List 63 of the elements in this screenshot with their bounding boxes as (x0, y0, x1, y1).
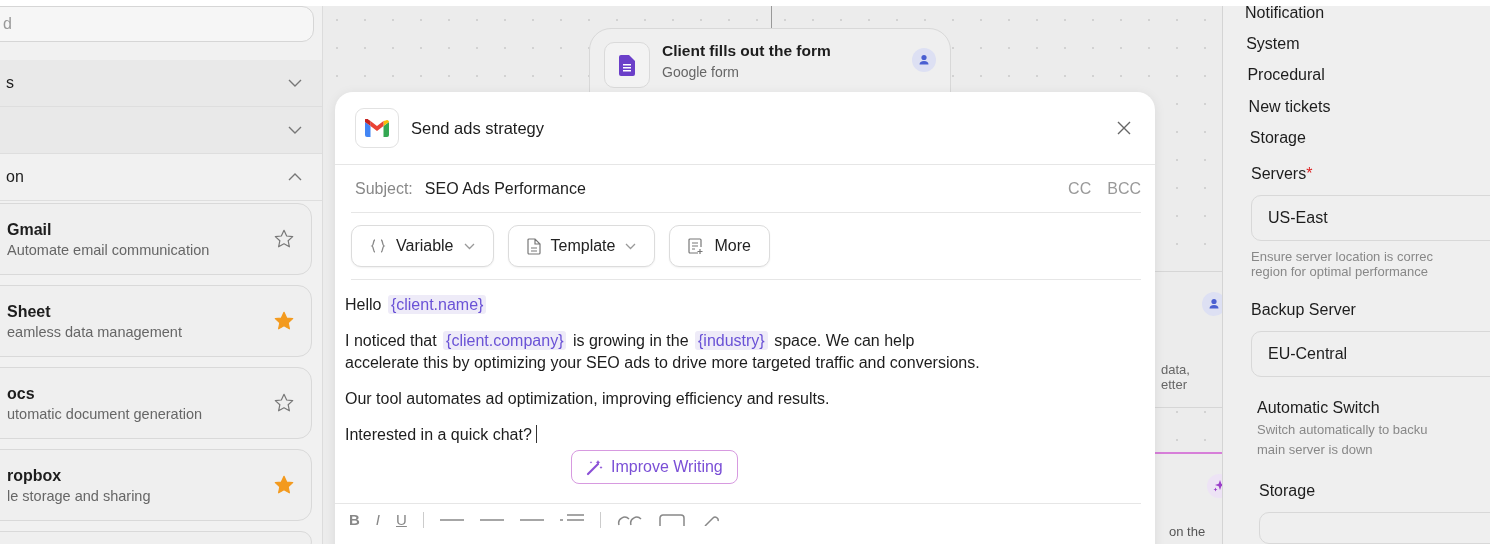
app-card[interactable]: Gmail Automate email communication (0, 203, 312, 275)
field-label: Backup Server (1251, 301, 1357, 319)
app-name: ocs (7, 384, 36, 403)
switch-label: Automatic Switch (1257, 399, 1381, 417)
section-title: s (6, 74, 14, 92)
variable-button[interactable]: Variable (351, 225, 494, 267)
email-paragraph[interactable]: Our tool automates ad optimization, improving efficiency and results. (345, 388, 1131, 410)
category-item[interactable]: Procedural (1245, 68, 1490, 100)
app-card[interactable]: ocs utomatic document generation (0, 367, 312, 439)
category-item[interactable]: New tickets (1245, 99, 1490, 131)
category-item[interactable]: System (1245, 37, 1490, 69)
subject-label: Subject: (355, 179, 413, 198)
format-button[interactable]: I (375, 512, 380, 528)
format-button[interactable]: U (396, 512, 407, 528)
node-description: data, etter (1161, 362, 1190, 392)
user-icon (912, 48, 936, 72)
category-item[interactable]: Storage (1245, 130, 1490, 162)
form-document-icon (619, 54, 635, 76)
app-description: utomatic document generation (7, 405, 203, 422)
node-subtitle: Google form (662, 64, 741, 80)
app-name: Sheet (7, 302, 52, 321)
search-field[interactable]: d (0, 6, 314, 42)
email-paragraph[interactable]: Hello {client.name} (345, 294, 1131, 316)
email-paragraph[interactable]: Interested in a quick chat? (345, 424, 1131, 446)
note-add-icon (688, 237, 705, 255)
close-icon[interactable] (1117, 121, 1131, 135)
app-name: Gmail (7, 220, 53, 239)
field-label: Servers* (1251, 165, 1314, 183)
document-icon (526, 237, 541, 255)
more-button[interactable]: More (669, 225, 770, 267)
category-item[interactable]: Notification (1245, 6, 1490, 38)
chevron-up-icon (288, 173, 302, 181)
section-header[interactable]: s (0, 60, 322, 107)
template-button[interactable]: Template (507, 225, 656, 267)
server-select[interactable]: EU-Central (1251, 331, 1490, 377)
star-icon[interactable] (273, 228, 295, 250)
magic-wand-icon (586, 458, 603, 476)
node-title: Client fills out the form (662, 42, 832, 60)
email-paragraph[interactable]: I noticed that {client.company} is growing in the {industry} space. We can help accelerate this by optimizing your SEO ads to drive more targeted traffic and conversions. (345, 330, 1131, 374)
section-title: on (6, 168, 24, 186)
app-card[interactable]: Sheet eamless data management (0, 285, 312, 357)
app-description: Automate email communication (7, 241, 210, 258)
format-button[interactable]: B (349, 512, 360, 528)
user-icon (1202, 292, 1222, 316)
dialog-title: Send ads strategy (411, 118, 545, 138)
switch-description: Switch automatically to backu main server is down (1257, 421, 1429, 459)
server-select[interactable]: US-East (1251, 195, 1490, 241)
star-icon[interactable] (273, 474, 295, 496)
improve-writing-button[interactable]: Improve Writing (571, 450, 738, 484)
app-card[interactable]: ropbox le storage and sharing (0, 449, 312, 521)
app-description: eamless data management (7, 323, 182, 340)
app-description: le storage and sharing (7, 487, 151, 504)
chevron-down-icon (288, 126, 302, 134)
field-label: Storage (1259, 482, 1317, 500)
star-icon[interactable] (273, 310, 295, 332)
subject-field[interactable]: SEO Ads Performance (424, 179, 586, 198)
braces-icon (370, 238, 386, 254)
star-icon[interactable] (273, 392, 295, 414)
node-description: on the (1169, 524, 1206, 539)
app-name: ropbox (7, 466, 63, 485)
help-text: Ensure server location is correc region for optimal performance (1251, 249, 1435, 279)
chevron-down-icon (288, 79, 302, 87)
gmail-logo-icon (355, 108, 399, 148)
